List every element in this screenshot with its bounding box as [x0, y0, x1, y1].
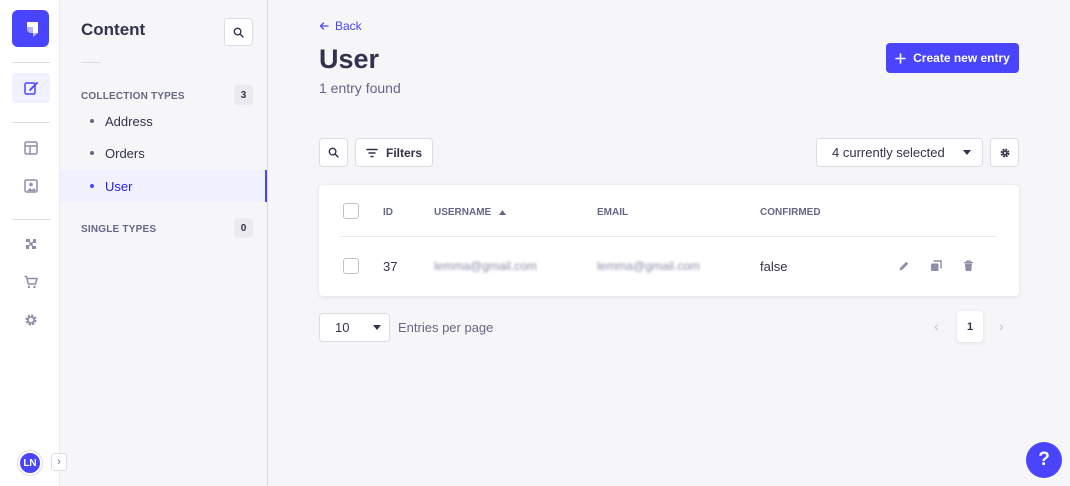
filter-icon [366, 148, 378, 157]
layout-icon [24, 141, 38, 155]
column-header-label: CONFIRMED [760, 207, 821, 218]
column-header-confirmed[interactable]: CONFIRMED [760, 207, 821, 218]
strapi-logo-icon [26, 21, 38, 37]
sort-ascending-icon [499, 210, 507, 215]
nav-content-type-builder[interactable] [12, 133, 50, 163]
select-all-checkbox[interactable] [343, 203, 359, 219]
arrow-left-icon [319, 22, 329, 30]
pen-write-icon [24, 82, 38, 95]
displayed-columns-select[interactable]: 4 currently selected [816, 138, 983, 167]
shopping-cart-icon [24, 275, 38, 289]
collection-types-header[interactable]: COLLECTION TYPES [81, 91, 185, 102]
caret-down-icon [963, 150, 971, 155]
puzzle-icon [26, 239, 36, 249]
column-header-id[interactable]: ID [383, 207, 393, 218]
caret-down-icon [373, 325, 381, 330]
column-header-label: USERNAME [434, 207, 492, 218]
single-types-header[interactable]: SINGLE TYPES [81, 224, 156, 235]
page-size-select[interactable]: 10 [319, 313, 390, 342]
rail-divider [12, 219, 50, 220]
nav-marketplace[interactable] [12, 267, 50, 297]
next-page-button[interactable]: › [999, 318, 1004, 334]
bullet-icon [90, 184, 94, 188]
column-header-email[interactable]: EMAIL [597, 207, 628, 218]
displayed-columns-value: 4 currently selected [832, 145, 945, 160]
back-label: Back [335, 19, 362, 33]
duplicate-icon [931, 260, 942, 271]
column-header-label: EMAIL [597, 207, 629, 218]
sidebar-title: Content [81, 20, 146, 39]
nav-media-library[interactable] [12, 171, 50, 201]
filters-label: Filters [385, 145, 422, 160]
chevron-left-icon: ‹ [934, 318, 939, 334]
trash-icon [963, 260, 973, 271]
image-icon [24, 179, 38, 193]
sidebar-divider [81, 62, 101, 63]
filters-button[interactable]: Filters [355, 138, 433, 167]
main-nav-rail: LN [0, 0, 60, 486]
plus-icon [895, 52, 906, 64]
sidebar-item-orders[interactable]: Orders [60, 137, 267, 169]
column-header-username[interactable]: USERNAME [434, 207, 507, 218]
edit-entry-button[interactable] [897, 259, 911, 273]
nav-content-manager[interactable] [12, 73, 50, 103]
table-search-button[interactable] [319, 138, 348, 167]
previous-page-button[interactable]: ‹ [934, 318, 939, 334]
search-icon [233, 27, 244, 38]
pencil-icon [899, 261, 909, 271]
nav-plugins[interactable] [12, 229, 50, 259]
page-size-value: 10 [335, 320, 350, 335]
single-types-count: 0 [234, 218, 253, 238]
rail-divider [12, 122, 50, 123]
sidebar-item-address[interactable]: Address [60, 105, 267, 137]
create-new-entry-label: Create new entry [913, 51, 1010, 65]
collection-types-count: 3 [234, 85, 253, 105]
sidebar-item-label: User [105, 178, 133, 194]
back-link[interactable]: Back [319, 19, 362, 33]
page-1-button[interactable]: 1 [957, 311, 983, 342]
entry-count: 1 entry found [319, 80, 401, 96]
table-divider [340, 236, 997, 237]
strapi-logo[interactable] [12, 10, 49, 47]
rail-divider [12, 62, 50, 63]
sidebar-item-user[interactable]: User [60, 170, 267, 202]
search-icon [328, 147, 339, 158]
column-header-label: ID [383, 207, 393, 218]
row-checkbox[interactable] [343, 258, 359, 274]
page-title: User [319, 44, 380, 74]
entries-table: ID USERNAME EMAIL CONFIRMED 37 lemma@gma… [319, 185, 1019, 296]
cell-email: lemma@gmail.com [597, 259, 700, 273]
bullet-icon [90, 119, 94, 123]
content-sidebar: Content COLLECTION TYPES 3 Address Order… [60, 0, 268, 486]
chevron-right-icon: › [999, 318, 1004, 334]
nav-settings[interactable] [12, 305, 50, 335]
bullet-icon [90, 151, 94, 155]
user-avatar[interactable]: LN [18, 451, 42, 475]
sidebar-item-label: Orders [105, 145, 145, 161]
list-settings-button[interactable] [990, 138, 1019, 167]
page-size-label: Entries per page [398, 320, 494, 335]
gear-icon [1000, 148, 1009, 157]
chevron-right-icon: › [57, 456, 61, 468]
cell-id: 37 [383, 259, 398, 274]
cell-confirmed: false [760, 259, 788, 274]
cell-username: lemma@gmail.com [434, 259, 537, 273]
delete-entry-button[interactable] [961, 259, 975, 273]
gear-icon [25, 314, 37, 326]
sidebar-search-button[interactable] [224, 18, 253, 46]
expand-nav-button[interactable]: › [51, 453, 67, 471]
help-button[interactable]: ? [1026, 442, 1062, 478]
sidebar-item-label: Address [105, 113, 153, 129]
duplicate-entry-button[interactable] [929, 259, 943, 273]
create-new-entry-button[interactable]: Create new entry [886, 43, 1019, 73]
